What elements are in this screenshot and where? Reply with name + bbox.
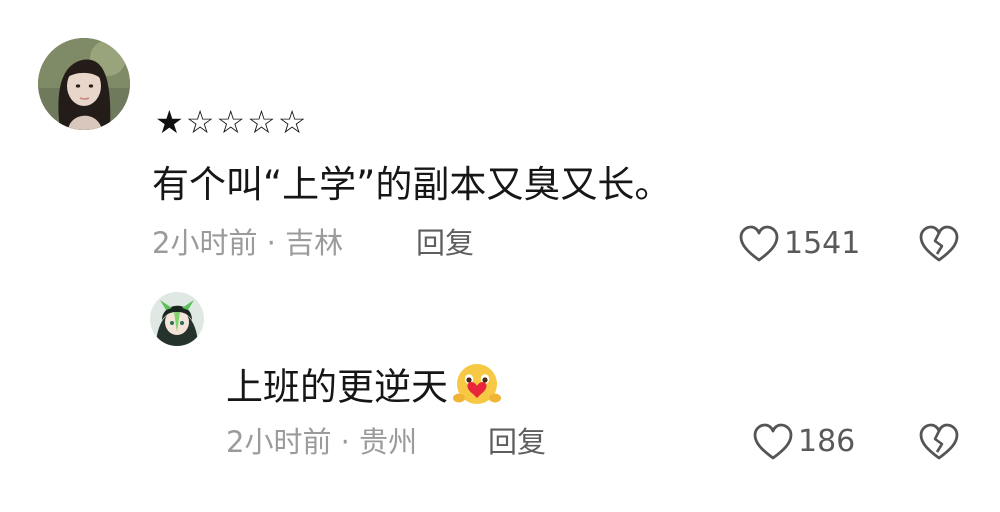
- broken-heart-icon: [919, 423, 959, 460]
- reply-text-row: 上班的更逆天: [226, 362, 504, 416]
- heart-outline-icon: [739, 225, 779, 262]
- star-empty-icon: ☆: [216, 103, 246, 141]
- broken-heart-icon: [919, 225, 959, 262]
- comment-meta: 2小时前 · 吉林: [152, 226, 344, 260]
- reply-reply-button[interactable]: 回复: [488, 428, 546, 457]
- reply-dislike-button[interactable]: [918, 422, 960, 466]
- avatar-photo-icon: [38, 38, 130, 130]
- avatar-anime-icon: [150, 292, 204, 346]
- star-empty-icon: ☆: [277, 103, 307, 141]
- like-count: 1541: [784, 226, 861, 261]
- heart-outline-icon: [753, 423, 793, 460]
- comment-thread: ★ ☆ ☆ ☆ ☆ 有个叫“上学”的副本又臭又长。 2小时前 · 吉林 回复 1541: [0, 0, 1000, 512]
- reply-button[interactable]: 回复: [416, 229, 474, 258]
- replier-avatar[interactable]: [150, 292, 204, 346]
- reply-meta: 2小时前 · 贵州: [226, 425, 418, 459]
- reply-like-button[interactable]: 186: [752, 422, 855, 462]
- comment-text: 有个叫“上学”的副本又臭又长。: [152, 163, 672, 206]
- dislike-button[interactable]: [918, 224, 960, 268]
- commenter-avatar[interactable]: [38, 38, 130, 130]
- like-button[interactable]: 1541: [738, 224, 860, 264]
- heart-hug-emoji-icon: [450, 362, 504, 416]
- star-empty-icon: ☆: [247, 103, 276, 141]
- star-rating: ★ ☆ ☆ ☆ ☆: [155, 100, 306, 144]
- star-empty-icon: ☆: [185, 103, 215, 141]
- reply-like-count: 186: [798, 424, 856, 459]
- star-filled-icon: ★: [155, 103, 184, 141]
- reply-text: 上班的更逆天: [226, 365, 448, 409]
